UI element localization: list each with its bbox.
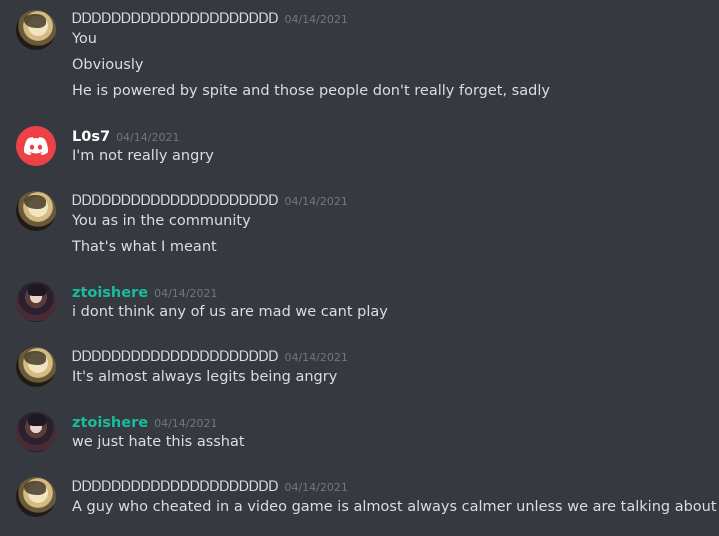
- timestamp: 04/14/2021: [284, 481, 348, 494]
- discord-logo-icon: [24, 137, 48, 155]
- username[interactable]: ᎠᎠᎠᎠᎠᎠᎠᎠᎠᎠᎠᎠᎠᎠᎠᎠᎠᎠᎠᎠᎠ: [72, 479, 278, 495]
- username[interactable]: ᎠᎠᎠᎠᎠᎠᎠᎠᎠᎠᎠᎠᎠᎠᎠᎠᎠᎠᎠᎠᎠ: [72, 193, 278, 209]
- timestamp: 04/14/2021: [116, 131, 180, 144]
- message-text: You: [72, 31, 97, 47]
- message-text: I'm not really angry: [72, 148, 214, 164]
- message-header: ztoishere 04/14/2021: [72, 412, 217, 431]
- message-header: ᎠᎠᎠᎠᎠᎠᎠᎠᎠᎠᎠᎠᎠᎠᎠᎠᎠᎠᎠᎠᎠ 04/14/2021: [72, 190, 348, 209]
- message-text: Obviously: [72, 57, 144, 73]
- user-avatar[interactable]: [16, 282, 56, 322]
- username[interactable]: ᎠᎠᎠᎠᎠᎠᎠᎠᎠᎠᎠᎠᎠᎠᎠᎠᎠᎠᎠᎠᎠ: [72, 349, 278, 365]
- timestamp: 04/14/2021: [284, 351, 348, 364]
- message-header: ztoishere 04/14/2021: [72, 282, 217, 301]
- timestamp: 04/14/2021: [154, 287, 218, 300]
- username[interactable]: ᎠᎠᎠᎠᎠᎠᎠᎠᎠᎠᎠᎠᎠᎠᎠᎠᎠᎠᎠᎠᎠ: [72, 11, 278, 27]
- timestamp: 04/14/2021: [154, 417, 218, 430]
- message-text: we just hate this asshat: [72, 434, 245, 450]
- username[interactable]: ztoishere: [72, 285, 148, 301]
- message-text: It's almost always legits being angry: [72, 369, 338, 385]
- message-header: L0s7 04/14/2021: [72, 126, 179, 145]
- user-avatar[interactable]: [16, 191, 56, 231]
- message-text: He is powered by spite and those people …: [72, 83, 550, 99]
- user-avatar[interactable]: [16, 412, 56, 452]
- message-text: That's what I meant: [72, 239, 217, 255]
- user-avatar[interactable]: [16, 347, 56, 387]
- message-header: ᎠᎠᎠᎠᎠᎠᎠᎠᎠᎠᎠᎠᎠᎠᎠᎠᎠᎠᎠᎠᎠ 04/14/2021: [72, 8, 348, 27]
- user-avatar[interactable]: [16, 10, 56, 50]
- message-header: ᎠᎠᎠᎠᎠᎠᎠᎠᎠᎠᎠᎠᎠᎠᎠᎠᎠᎠᎠᎠᎠ 04/14/2021: [72, 476, 348, 495]
- message-text: i dont think any of us are mad we cant p…: [72, 304, 388, 320]
- user-avatar[interactable]: [16, 126, 56, 166]
- message-text: You as in the community: [72, 213, 251, 229]
- username[interactable]: ztoishere: [72, 415, 148, 431]
- user-avatar[interactable]: [16, 477, 56, 517]
- timestamp: 04/14/2021: [284, 13, 348, 26]
- username[interactable]: L0s7: [72, 129, 110, 145]
- timestamp: 04/14/2021: [284, 195, 348, 208]
- message-header: ᎠᎠᎠᎠᎠᎠᎠᎠᎠᎠᎠᎠᎠᎠᎠᎠᎠᎠᎠᎠᎠ 04/14/2021: [72, 346, 348, 365]
- message-text: A guy who cheated in a video game is alm…: [72, 499, 719, 515]
